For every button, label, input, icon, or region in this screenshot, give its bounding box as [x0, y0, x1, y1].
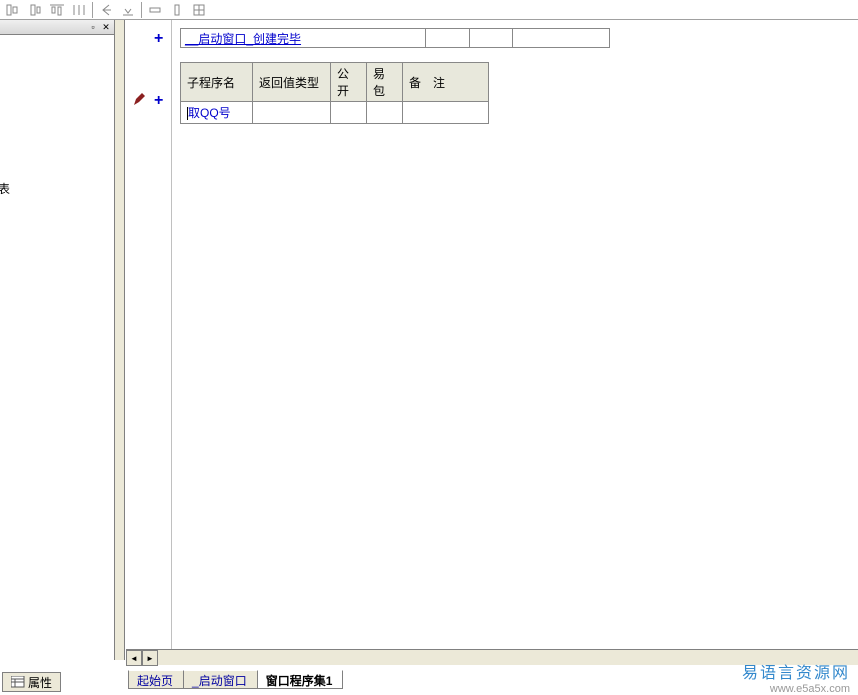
properties-tab-bar: 属性	[2, 671, 61, 693]
tab-window-program-set[interactable]: 窗口程序集1	[257, 670, 344, 689]
distribute-btn[interactable]	[68, 1, 90, 19]
panel-dock-btn[interactable]: ▫	[87, 21, 99, 33]
event-cell-3[interactable]	[469, 28, 513, 48]
size-both-btn[interactable]	[188, 1, 210, 19]
expand-marker[interactable]: +	[154, 92, 163, 110]
move-down-btn[interactable]	[117, 1, 139, 19]
col-return-type: 返回值类型	[253, 63, 331, 102]
panel-close-btn[interactable]: ✕	[100, 21, 112, 33]
col-easy-pkg: 易包	[367, 63, 403, 102]
toolbar-separator	[141, 2, 142, 18]
event-link[interactable]: __启动窗口_创建完毕	[185, 30, 301, 47]
align-center-btn[interactable]	[24, 1, 46, 19]
easy-pkg-cell[interactable]	[367, 102, 403, 124]
col-sub-name: 子程序名	[181, 63, 253, 102]
properties-tab-label: 属性	[28, 674, 52, 691]
event-cell-2[interactable]	[425, 28, 470, 48]
tab-start-page[interactable]: 起始页	[128, 670, 184, 689]
panel-header: ▫ ✕	[0, 20, 114, 35]
panel-body	[0, 35, 114, 655]
side-text: 表	[0, 180, 10, 197]
event-cell-4[interactable]	[512, 28, 610, 48]
scroll-right-btn[interactable]: ►	[142, 650, 158, 666]
vertical-strip	[115, 20, 125, 660]
tab-main-window[interactable]: _启动窗口	[183, 670, 258, 689]
side-panel: ▫ ✕ 表	[0, 20, 115, 660]
watermark: 易语言资源网 www.e5a5x.com	[742, 659, 850, 695]
align-top-btn[interactable]	[46, 1, 68, 19]
watermark-cn: 易语言资源网	[742, 659, 850, 683]
col-public: 公开	[331, 63, 367, 102]
properties-icon	[11, 676, 25, 688]
toolbar-separator	[92, 2, 93, 18]
code-gutter: + +	[126, 20, 172, 660]
remark-cell[interactable]	[403, 102, 489, 124]
edit-pen-icon	[132, 93, 146, 107]
event-name-cell[interactable]: __启动窗口_创建完毕	[180, 28, 426, 48]
align-left-btn[interactable]	[2, 1, 24, 19]
scroll-left-btn[interactable]: ◄	[126, 650, 142, 666]
return-type-cell[interactable]	[253, 102, 331, 124]
subroutine-table: 子程序名 返回值类型 公开 易包 备 注 取QQ号	[180, 62, 489, 124]
watermark-en: www.e5a5x.com	[742, 683, 850, 695]
table-header-row: 子程序名 返回值类型 公开 易包 备 注	[181, 63, 489, 102]
properties-tab[interactable]: 属性	[2, 672, 61, 692]
editor-tabs: 起始页 _启动窗口 窗口程序集1	[128, 667, 342, 689]
size-v-btn[interactable]	[166, 1, 188, 19]
toolbar	[0, 0, 858, 20]
size-h-btn[interactable]	[144, 1, 166, 19]
expand-marker[interactable]: +	[154, 30, 163, 48]
col-remark: 备 注	[403, 63, 489, 102]
sub-name-cell[interactable]: 取QQ号	[181, 102, 253, 124]
public-cell[interactable]	[331, 102, 367, 124]
move-left-btn[interactable]	[95, 1, 117, 19]
event-row: __启动窗口_创建完毕	[180, 28, 610, 48]
table-row: 取QQ号	[181, 102, 489, 124]
